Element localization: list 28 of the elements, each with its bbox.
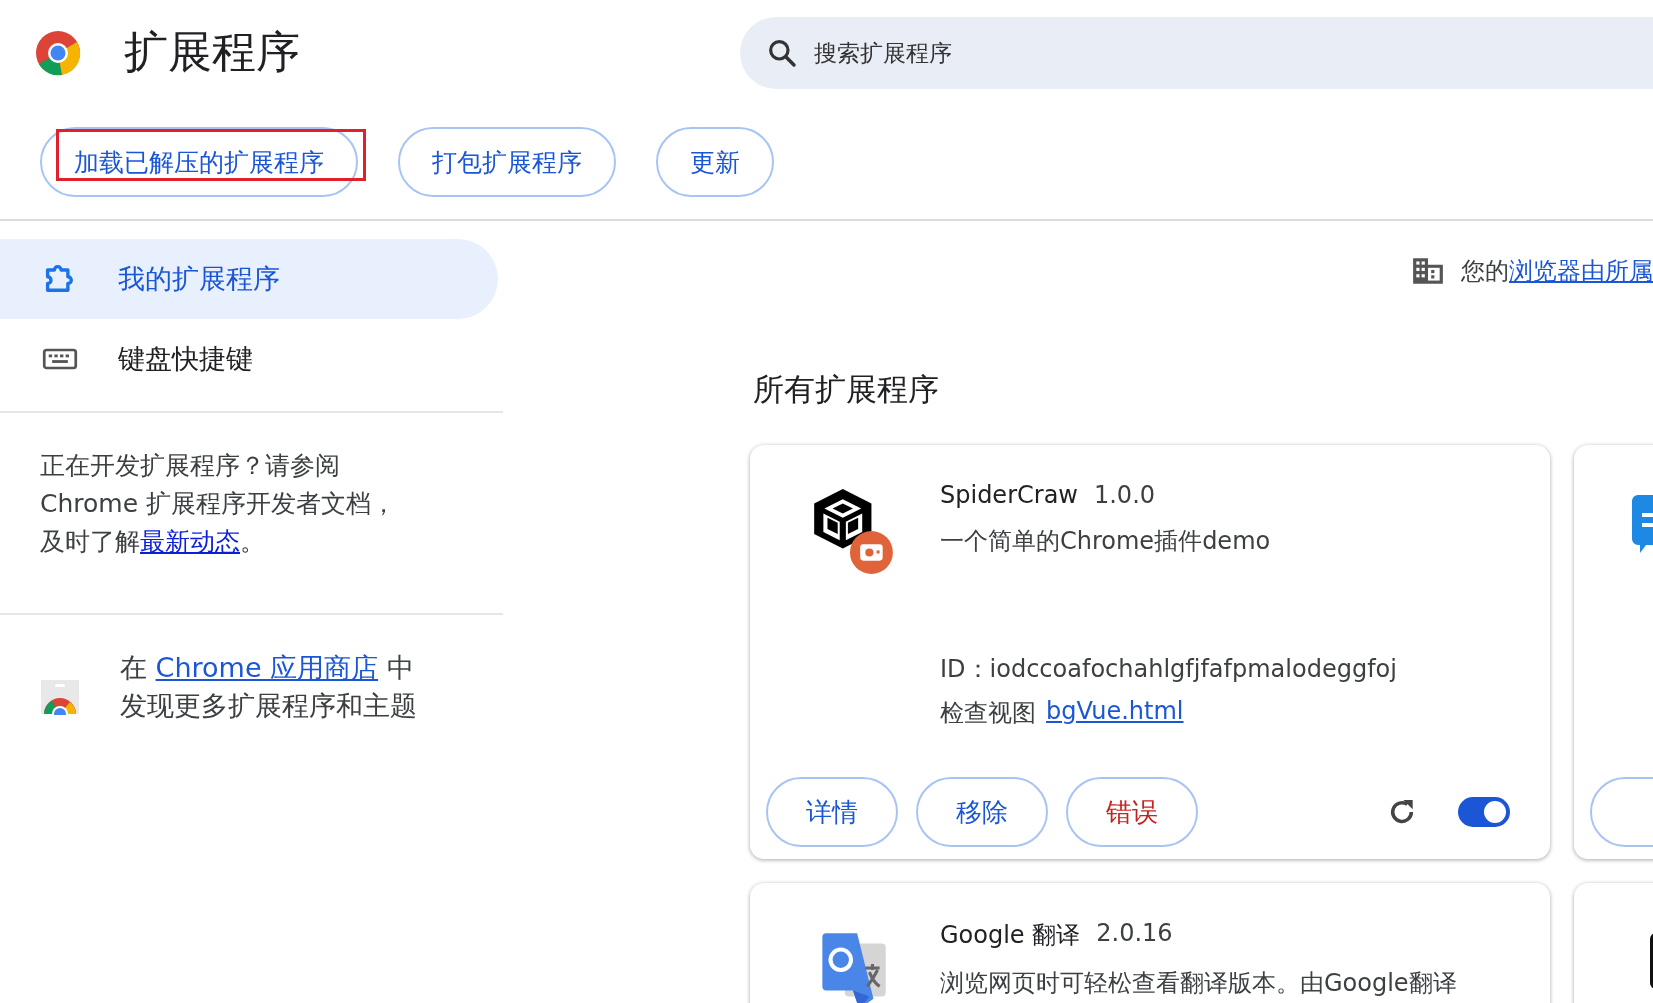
section-title: 所有扩展程序: [753, 370, 940, 409]
extension-name: SpiderCraw: [940, 481, 1078, 509]
enable-toggle[interactable]: [1458, 797, 1510, 827]
extension-name: Google 翻译: [940, 920, 1081, 951]
search-field[interactable]: 搜索扩展程序: [812, 38, 1316, 67]
extension-id: ID：iodccoafochahlgfjfafpmalodeggfoj: [940, 654, 1397, 685]
card-button[interactable]: 移除: [916, 777, 1048, 847]
sidebar-item[interactable]: 我的扩展程序: [0, 239, 498, 319]
inspect-view-link[interactable]: bgVue.html: [1046, 697, 1184, 729]
developer-note: 正在开发扩展程序？请参阅 Chrome 扩展程序开发者文档，及时了解最新动态。: [40, 450, 397, 558]
card-button[interactable]: 详情: [766, 777, 898, 847]
page-title: 扩展程序: [124, 25, 301, 79]
chrome-logo-icon: [34, 28, 82, 77]
extension-description: 一个简单的Chrome插件demo: [940, 526, 1272, 557]
toolbar-button[interactable]: 打包扩展程序: [398, 127, 616, 197]
store-link[interactable]: Chrome 应用商店: [155, 652, 379, 683]
extension-description: 浏览网页时可轻松查看翻译版本。由Google翻译: [940, 968, 1457, 999]
errors-button[interactable]: 错误: [1066, 777, 1198, 847]
web-store-icon: [40, 679, 80, 715]
toolbar-button[interactable]: 更新: [656, 127, 774, 197]
extension-version: 1.0.0: [1093, 481, 1156, 509]
extension-version: 2.0.16: [1096, 919, 1173, 949]
managed-notice: 您的: [1461, 256, 1509, 287]
inspect-views-label: 检查视图: [940, 698, 1036, 729]
news-link[interactable]: 最新动态: [140, 527, 240, 556]
sidebar-item[interactable]: 键盘快捷键: [0, 319, 498, 399]
store-note: 在 Chrome 应用商店 中发现更多扩展程序和主题: [120, 651, 418, 723]
managed-link[interactable]: 浏览器由所属: [1509, 255, 1653, 287]
